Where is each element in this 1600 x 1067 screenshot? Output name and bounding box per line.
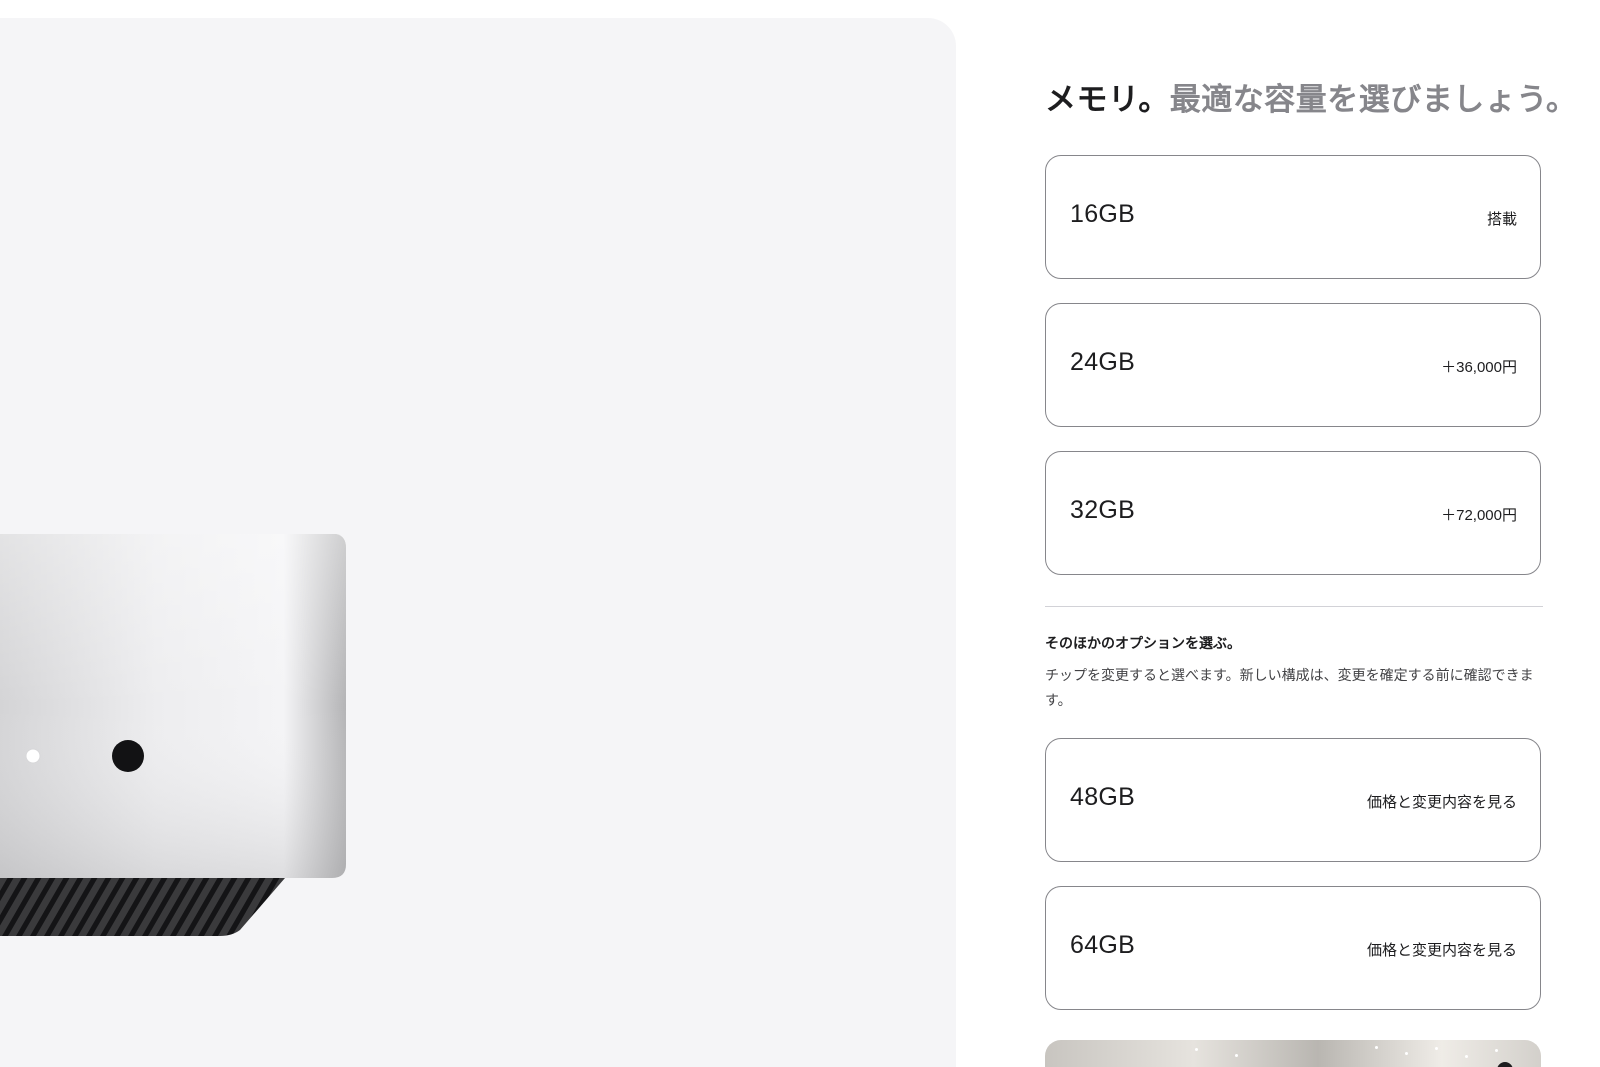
light-dot (1235, 1054, 1238, 1057)
option-size: 64GB (1070, 931, 1136, 959)
lamp-shape (1497, 1062, 1513, 1067)
memory-option-64gb[interactable]: 64GB 価格と変更内容を見る (1045, 886, 1541, 1010)
memory-option-48gb[interactable]: 48GB 価格と変更内容を見る (1045, 738, 1541, 862)
light-dot (1195, 1048, 1198, 1051)
memory-config-page: メモリ。最適な容量を選びましょう。 16GB 搭載 24GB ＋36,000円 … (0, 0, 1600, 1067)
light-dot (1495, 1049, 1498, 1052)
option-action: 価格と変更内容を見る (1366, 942, 1517, 959)
section-divider (1045, 606, 1543, 607)
headline-muted: 最適な容量を選びましょう。 (1169, 82, 1578, 117)
other-options-title: そのほかのオプションを選ぶ。 (1045, 635, 1241, 651)
light-dot (1435, 1047, 1438, 1050)
memory-option-24gb[interactable]: 24GB ＋36,000円 (1045, 303, 1541, 427)
light-dot (1465, 1055, 1468, 1058)
product-image-panel (0, 18, 956, 1067)
option-size: 48GB (1070, 783, 1136, 811)
light-dot (1405, 1052, 1408, 1055)
memory-headline: メモリ。最適な容量を選びましょう。 (1045, 78, 1577, 122)
option-price: 搭載 (1486, 211, 1517, 228)
option-size: 24GB (1070, 348, 1136, 376)
option-price: ＋72,000円 (1441, 507, 1517, 524)
option-price: ＋36,000円 (1441, 359, 1517, 376)
memory-option-32gb[interactable]: 32GB ＋72,000円 (1045, 451, 1541, 575)
mac-mini-image (0, 534, 346, 936)
option-size: 16GB (1070, 200, 1136, 228)
memory-option-16gb[interactable]: 16GB 搭載 (1045, 155, 1541, 279)
headline-strong: メモリ。 (1045, 82, 1170, 117)
light-dot (1375, 1046, 1378, 1049)
other-options-description: チップを変更すると選べます。新しい構成は、変更を確定する前に確認できます。 (1045, 667, 1534, 708)
option-action: 価格と変更内容を見る (1366, 794, 1517, 811)
option-size: 32GB (1070, 496, 1136, 524)
store-interior-image (1045, 1040, 1541, 1067)
